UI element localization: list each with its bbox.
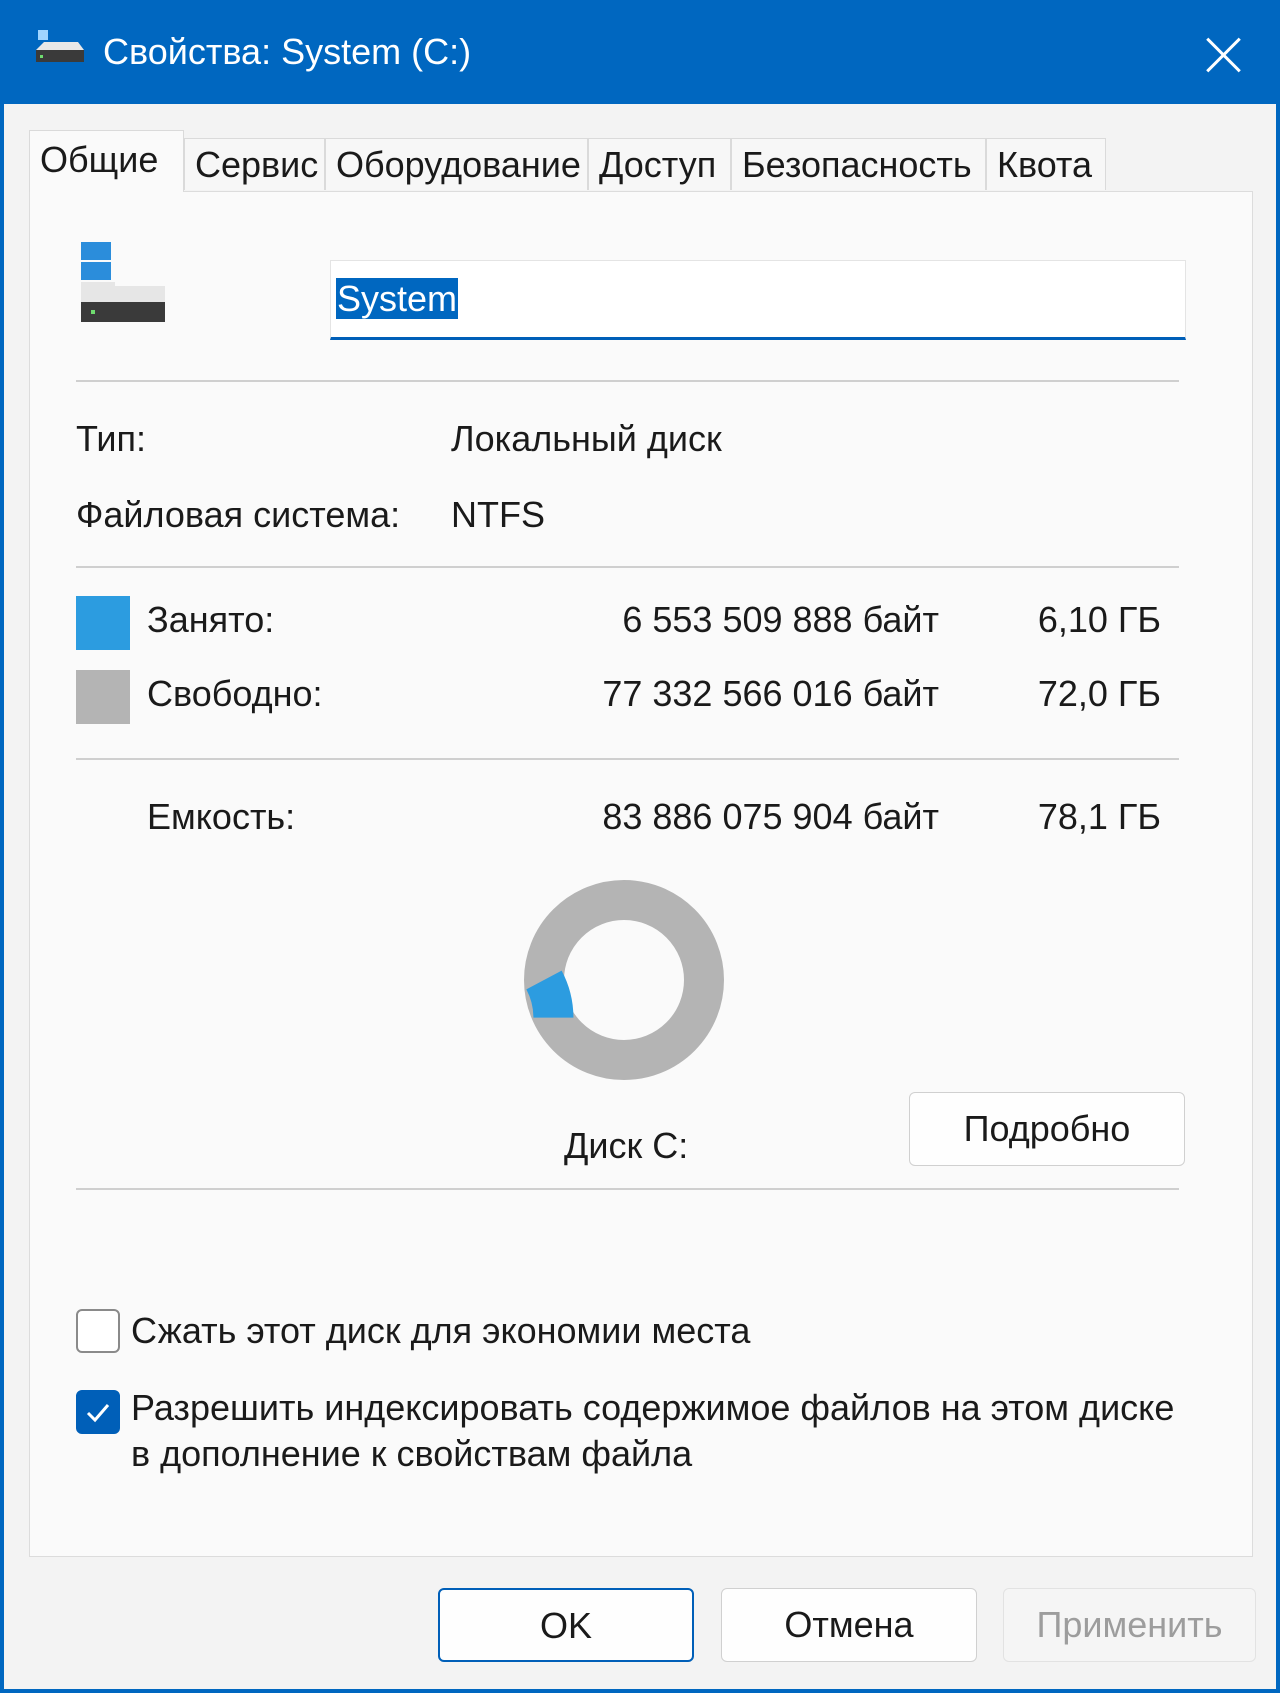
drive-title-icon xyxy=(36,30,84,62)
ok-button[interactable]: OK xyxy=(438,1588,694,1662)
type-value: Локальный диск xyxy=(451,418,722,459)
checkmark-icon xyxy=(86,1404,110,1423)
capacity-bytes: 83 886 075 904 байт xyxy=(602,796,939,837)
free-color-swatch xyxy=(76,670,130,724)
disk-usage-donut xyxy=(524,880,724,1080)
free-space-ring xyxy=(524,880,724,1080)
filesystem-value: NTFS xyxy=(451,494,545,535)
index-label: Разрешить индексировать содержимое файло… xyxy=(131,1387,1175,1474)
title-bar: Свойства: System (C:) xyxy=(4,0,1276,104)
separator xyxy=(76,380,1179,382)
tab-sharing[interactable]: Доступ xyxy=(588,138,731,190)
used-size: 6,10 ГБ xyxy=(1037,599,1161,640)
separator xyxy=(76,566,1179,568)
properties-dialog: Свойства: System (C:) Общие Сервис Обору… xyxy=(0,0,1280,1693)
tab-security[interactable]: Безопасность xyxy=(731,138,986,190)
apply-button[interactable]: Применить xyxy=(1003,1588,1256,1662)
hard-drive-icon xyxy=(81,242,165,322)
separator xyxy=(76,758,1179,760)
capacity-size: 78,1 ГБ xyxy=(1037,796,1161,837)
filesystem-label: Файловая система: xyxy=(76,494,401,535)
free-bytes: 77 332 566 016 байт xyxy=(602,673,939,714)
window-title: Свойства: System (C:) xyxy=(103,31,472,72)
details-button[interactable]: Подробно xyxy=(909,1092,1185,1166)
free-size: 72,0 ГБ xyxy=(1037,673,1161,714)
free-label: Свободно: xyxy=(147,673,323,714)
used-color-swatch xyxy=(76,596,130,650)
tab-hardware[interactable]: Оборудование xyxy=(325,138,588,190)
used-bytes: 6 553 509 888 байт xyxy=(622,599,939,640)
cancel-button[interactable]: Отмена xyxy=(721,1588,977,1662)
index-checkbox[interactable] xyxy=(76,1390,120,1434)
tab-quota[interactable]: Квота xyxy=(986,138,1106,190)
capacity-label: Емкость: xyxy=(147,796,296,837)
tab-general[interactable]: Общие xyxy=(29,130,184,192)
tab-service[interactable]: Сервис xyxy=(184,138,325,190)
compress-checkbox[interactable] xyxy=(76,1309,120,1353)
used-space-arc xyxy=(526,970,574,1019)
disk-caption: Диск C: xyxy=(564,1125,689,1166)
close-button[interactable] xyxy=(1184,22,1264,82)
used-label: Занято: xyxy=(147,599,275,640)
drive-name-input[interactable]: System xyxy=(330,260,1186,340)
compress-label: Сжать этот диск для экономии места xyxy=(131,1310,751,1351)
separator xyxy=(76,1188,1179,1190)
type-label: Тип: xyxy=(76,418,147,459)
drive-name-value: System xyxy=(336,278,459,319)
